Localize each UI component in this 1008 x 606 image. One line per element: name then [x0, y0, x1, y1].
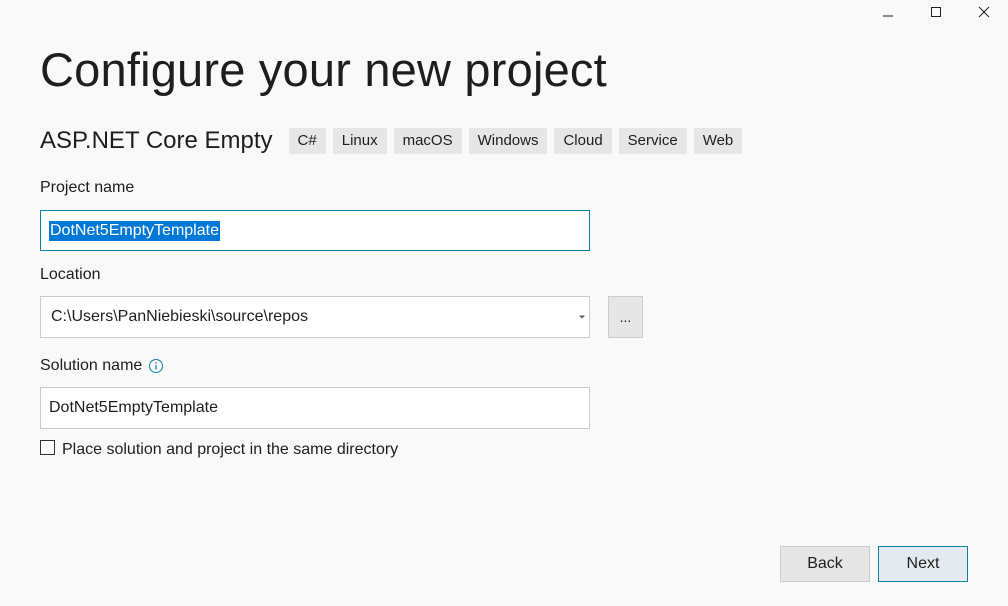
location-combobox[interactable]: C:\Users\PanNiebieski\source\repos	[40, 296, 590, 338]
project-name-label: Project name	[40, 179, 134, 197]
tag-macos: macOS	[393, 128, 462, 154]
tag-linux: Linux	[332, 128, 387, 154]
same-directory-checkbox[interactable]	[40, 439, 55, 455]
template-name: ASP.NET Core Empty	[40, 127, 273, 154]
tag-web: Web	[693, 128, 743, 154]
same-directory-label: Place solution and project in the same d…	[62, 441, 399, 458]
solution-name-input[interactable]: DotNet5EmptyTemplate	[40, 387, 590, 429]
close-icon	[978, 6, 990, 18]
back-button-label: Back	[807, 555, 843, 572]
info-icon[interactable]	[148, 358, 164, 374]
browse-location-button[interactable]: ...	[608, 296, 643, 338]
tag-service: Service	[618, 128, 687, 154]
solution-name-label-text: Solution name	[40, 357, 143, 374]
solution-name-label: Solution name	[40, 357, 164, 375]
browse-location-label: ...	[619, 309, 632, 325]
page-title: Configure your new project	[40, 43, 607, 96]
window-controls	[864, 0, 1008, 24]
location-value: C:\Users\PanNiebieski\source\repos	[51, 308, 308, 325]
location-label-text: Location	[40, 266, 101, 283]
minimize-icon	[883, 15, 893, 17]
solution-name-value: DotNet5EmptyTemplate	[49, 399, 218, 416]
tag-windows: Windows	[468, 128, 548, 154]
close-button[interactable]	[960, 0, 1008, 24]
minimize-button[interactable]	[864, 0, 912, 24]
next-button[interactable]: Next	[878, 546, 968, 582]
same-directory-option[interactable]: Place solution and project in the same d…	[40, 439, 399, 459]
template-header: ASP.NET Core Empty C# Linux macOS Window…	[40, 126, 743, 156]
project-name-value: DotNet5EmptyTemplate	[49, 220, 220, 241]
project-name-label-text: Project name	[40, 179, 135, 196]
template-tags: C# Linux macOS Windows Cloud Service Web	[288, 128, 743, 154]
project-name-input[interactable]: DotNet5EmptyTemplate	[40, 210, 590, 251]
location-label: Location	[40, 266, 101, 284]
chevron-down-icon[interactable]	[579, 315, 585, 319]
tag-csharp: C#	[288, 128, 326, 154]
next-button-label: Next	[906, 555, 940, 572]
tag-cloud: Cloud	[554, 128, 612, 154]
maximize-button[interactable]	[912, 0, 960, 24]
back-button[interactable]: Back	[780, 546, 870, 582]
maximize-icon	[931, 7, 941, 17]
